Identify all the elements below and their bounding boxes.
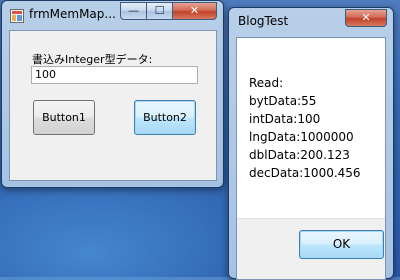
blogtest-close-button[interactable]: ✕ (345, 9, 387, 27)
minimize-button[interactable]: — (120, 2, 147, 20)
integer-data-label: 書込みInteger型データ: (32, 53, 153, 66)
close-icon: ✕ (361, 11, 371, 24)
maximize-button[interactable]: ☐ (146, 2, 173, 20)
blogtest-window: BlogTest ✕ Read: bytData:55 intData:100 … (228, 7, 394, 280)
message-line: bytData:55 (249, 94, 317, 108)
close-icon: ✕ (189, 4, 200, 17)
message-line: intData:100 (249, 112, 321, 126)
message-line: decData:1000.456 (249, 166, 361, 180)
blogtest-title: BlogTest (238, 14, 289, 28)
message-line: Read: (249, 76, 284, 90)
button1[interactable]: Button1 (33, 100, 95, 135)
close-button[interactable]: ✕ (172, 2, 217, 20)
button-panel: OK (237, 218, 385, 279)
button2[interactable]: Button2 (134, 100, 196, 135)
integer-data-input[interactable]: 100 (31, 66, 198, 84)
message-line: lngData:1000000 (249, 130, 354, 144)
app-icon (10, 9, 24, 23)
blogtest-message-area: Read: bytData:55 intData:100 lngData:100… (236, 37, 386, 280)
maximize-icon: ☐ (154, 4, 165, 17)
message-text: Read: bytData:55 intData:100 lngData:100… (249, 74, 361, 182)
message-line: dblData:200.123 (249, 148, 350, 162)
frmmemmap-titlebar[interactable]: frmMemMap... — ☐ ✕ (2, 1, 223, 29)
frmmemmap-window: frmMemMap... — ☐ ✕ 書込みInteger型データ: 100 B… (1, 0, 224, 188)
frmmemmap-title: frmMemMap... (29, 7, 116, 21)
blogtest-titlebar[interactable]: BlogTest ✕ (229, 8, 393, 36)
ok-button[interactable]: OK (299, 230, 384, 259)
frmmemmap-client-area: 書込みInteger型データ: 100 Button1 Button2 (9, 30, 217, 181)
minimize-icon: — (128, 4, 139, 17)
